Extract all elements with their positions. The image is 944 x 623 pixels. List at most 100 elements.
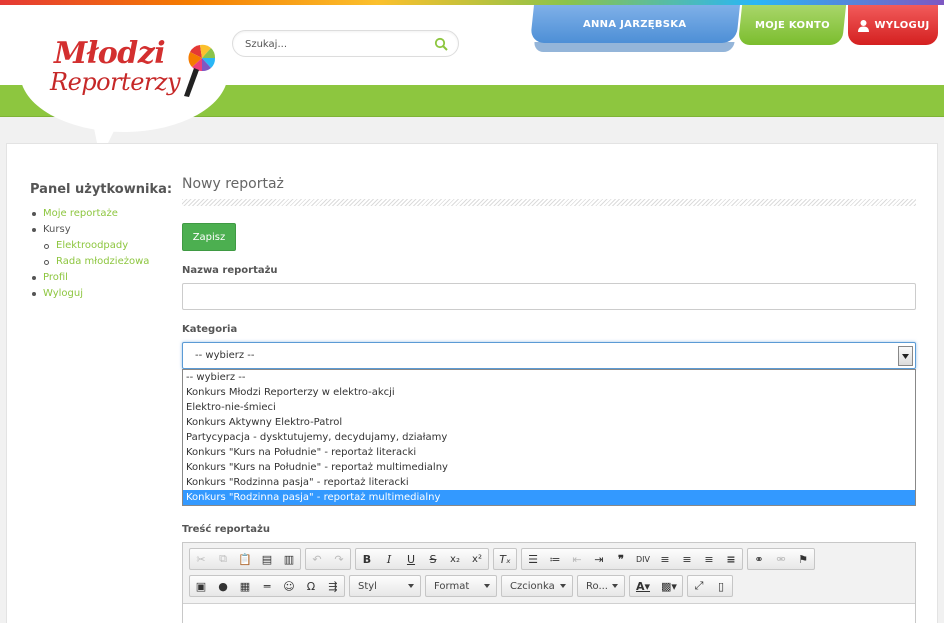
cut-icon[interactable]: ✂ — [190, 549, 212, 569]
tab-logout[interactable]: WYLOGUJ — [848, 5, 938, 45]
page-title: Nowy reportaż — [182, 176, 284, 192]
align-left-icon[interactable]: ≡ — [654, 549, 676, 569]
font-size-combo[interactable]: Ro... — [577, 575, 625, 597]
sidebar-item-profile[interactable]: Profil — [32, 270, 149, 286]
bullet — [32, 228, 36, 232]
strikethrough-icon[interactable]: S — [422, 549, 444, 569]
align-right-icon[interactable]: ≡ — [698, 549, 720, 569]
category-selected-value: -- wybierz -- — [195, 350, 255, 361]
sidebar-item-my-reports[interactable]: Moje reportaże — [32, 206, 149, 222]
copy-icon[interactable]: ⧉ — [212, 549, 234, 569]
chevron-down-icon — [484, 584, 490, 588]
report-name-label: Nazwa reportażu — [182, 265, 278, 276]
font-combo[interactable]: Czcionka — [501, 575, 573, 597]
search-icon[interactable] — [434, 37, 448, 51]
style-combo[interactable]: Styl — [349, 575, 421, 597]
subscript-icon[interactable]: x₂ — [444, 549, 466, 569]
indent-icon[interactable]: ⇥ — [588, 549, 610, 569]
undo-icon[interactable]: ↶ — [306, 549, 328, 569]
category-option[interactable]: -- wybierz -- — [183, 370, 915, 385]
tab-my-account[interactable]: MOJE KONTO — [737, 5, 847, 45]
horizontal-line-icon[interactable]: ═ — [256, 576, 278, 596]
superscript-icon[interactable]: x² — [466, 549, 488, 569]
special-char-icon[interactable]: Ω — [300, 576, 322, 596]
dropdown-arrow-icon[interactable] — [898, 346, 913, 366]
show-blocks-icon[interactable]: ▯ — [710, 576, 732, 596]
anchor-flag-icon[interactable]: ⚑ — [792, 549, 814, 569]
category-option[interactable]: Partycypacja - dysktutujemy, decydujamy,… — [183, 430, 915, 445]
sidebar-item-label: Profil — [43, 272, 68, 283]
clipboard-group: ✂ ⧉ 📋 ▤ ▥ — [189, 548, 301, 570]
table-icon[interactable]: ▦ — [234, 576, 256, 596]
sidebar-item-e-waste[interactable]: Elektroodpady — [32, 238, 149, 254]
category-dropdown-list: -- wybierz -- Konkurs Młodzi Reporterzy … — [182, 369, 916, 506]
lists-group: ☰ ≔ ⇤ ⇥ ❞ DIV ≡ ≡ ≡ ≡ — [521, 548, 743, 570]
sidebar-item-youth-council[interactable]: Rada młodzieżowa — [32, 254, 149, 270]
category-option[interactable]: Konkurs "Rodzinna pasja" - reportaż lite… — [183, 475, 915, 490]
user-icon — [857, 19, 869, 32]
chevron-down-icon — [612, 584, 618, 588]
tools-group: ⤢ ▯ — [687, 575, 733, 597]
sidebar-title: Panel użytkownika: — [30, 182, 173, 197]
font-size-combo-label: Ro... — [586, 580, 608, 592]
bullet-hollow — [44, 243, 49, 249]
numbered-list-icon[interactable]: ☰ — [522, 549, 544, 569]
link-icon[interactable]: ⚭ — [748, 549, 770, 569]
sidebar-item-courses: Kursy — [32, 222, 149, 238]
category-option[interactable]: Konkurs "Kurs na Południe" - reportaż mu… — [183, 460, 915, 475]
underline-icon[interactable]: U — [400, 549, 422, 569]
category-option[interactable]: Konkurs "Kurs na Południe" - reportaż li… — [183, 445, 915, 460]
search-input[interactable] — [245, 35, 425, 53]
remove-format-icon[interactable]: Tₓ — [494, 549, 516, 569]
editor-content-area[interactable] — [183, 603, 915, 623]
tab-logout-label: WYLOGUJ — [874, 19, 930, 31]
undo-group: ↶ ↷ — [305, 548, 351, 570]
sidebar-item-label: Kursy — [43, 224, 71, 235]
outdent-icon[interactable]: ⇤ — [566, 549, 588, 569]
image-icon[interactable]: ▣ — [190, 576, 212, 596]
chevron-down-icon — [560, 584, 566, 588]
page-break-icon[interactable]: ⇶ — [322, 576, 344, 596]
text-color-icon[interactable]: A▾ — [630, 576, 656, 596]
background-color-icon[interactable]: ▩▾ — [656, 576, 682, 596]
sidebar-menu: Moje reportaże Kursy Elektroodpady Rada … — [32, 206, 149, 302]
italic-icon[interactable]: I — [378, 549, 400, 569]
content-label: Treść reportażu — [182, 524, 270, 535]
category-select[interactable]: -- wybierz -- — [182, 342, 916, 369]
blockquote-icon[interactable]: ❞ — [610, 549, 632, 569]
redo-icon[interactable]: ↷ — [328, 549, 350, 569]
category-option[interactable]: Konkurs Młodzi Reporterzy w elektro-akcj… — [183, 385, 915, 400]
remove-format-group: Tₓ — [493, 548, 517, 570]
paste-icon[interactable]: 📋 — [234, 549, 256, 569]
category-option[interactable]: Elektro-nie-śmieci — [183, 400, 915, 415]
sidebar-item-label: Rada młodzieżowa — [56, 256, 150, 267]
category-option[interactable]: Konkurs Aktywny Elektro-Patrol — [183, 415, 915, 430]
smiley-icon[interactable]: ☺ — [278, 576, 300, 596]
div-container-icon[interactable]: DIV — [632, 549, 654, 569]
report-name-input[interactable] — [182, 283, 916, 310]
format-combo[interactable]: Format — [425, 575, 497, 597]
bulleted-list-icon[interactable]: ≔ — [544, 549, 566, 569]
paste-word-icon[interactable]: ▥ — [278, 549, 300, 569]
insert-group: ▣ ● ▦ ═ ☺ Ω ⇶ — [189, 575, 345, 597]
colors-group: A▾ ▩▾ — [629, 575, 683, 597]
sidebar-item-label: Wyloguj — [43, 288, 83, 299]
align-center-icon[interactable]: ≡ — [676, 549, 698, 569]
logo-text-line2: Reporterzy — [50, 68, 181, 96]
paste-text-icon[interactable]: ▤ — [256, 549, 278, 569]
bullet — [32, 276, 36, 280]
align-justify-icon[interactable]: ≡ — [720, 549, 742, 569]
maximize-icon[interactable]: ⤢ — [688, 576, 710, 596]
rich-text-editor: ✂ ⧉ 📋 ▤ ▥ ↶ ↷ B I U S x₂ x² Tₓ ☰ ≔ ⇤ ⇥ ❞… — [182, 542, 916, 623]
user-tab-shadow — [533, 42, 735, 52]
unlink-icon[interactable]: ⚮ — [770, 549, 792, 569]
bullet — [32, 292, 36, 296]
format-combo-label: Format — [434, 580, 470, 592]
category-option-highlighted[interactable]: Konkurs "Rodzinna pasja" - reportaż mult… — [183, 490, 915, 505]
tab-user-name[interactable]: ANNA JARZĘBSKA — [530, 5, 740, 43]
bold-icon[interactable]: B — [356, 549, 378, 569]
search-box[interactable] — [232, 30, 459, 57]
flash-icon[interactable]: ● — [212, 576, 234, 596]
save-button[interactable]: Zapisz — [182, 223, 236, 251]
sidebar-item-logout[interactable]: Wyloguj — [32, 286, 149, 302]
